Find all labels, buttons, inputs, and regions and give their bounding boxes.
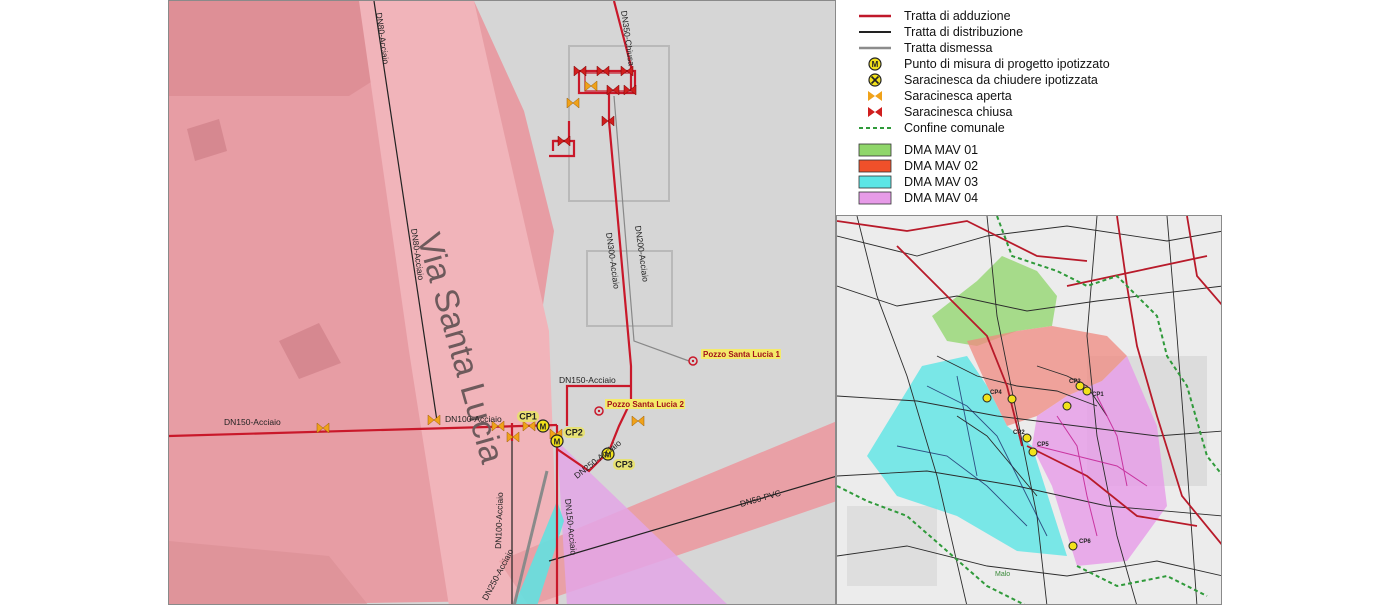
legend-label: DMA MAV 02 (904, 159, 979, 173)
measure-point-label-cp1: CP1 (519, 412, 537, 422)
legend-item: Saracinesca da chiudere ipotizzata (852, 72, 1098, 88)
legend-item: Tratta di distribuzione (852, 24, 1023, 40)
legend-label: DMA MAV 04 (904, 191, 979, 205)
legend-item: M Punto di misura di progetto ipotizzato (852, 56, 1110, 72)
valve-cross-icon (1062, 401, 1072, 411)
legend-label: Saracinesca chiusa (904, 105, 1013, 119)
legend-label: Punto di misura di progetto ipotizzato (904, 57, 1110, 71)
inset-town-label: Malo (995, 571, 1010, 578)
well-label-1: Pozzo Santa Lucia 1 (703, 350, 780, 359)
map-legend: Tratta di adduzione Tratta di distribuzi… (852, 4, 1222, 212)
valve-cross-icon (868, 73, 882, 87)
main-map[interactable]: M M M CP1 CP2 CP3 Pozzo Santa Lucia 1 Po… (168, 0, 836, 605)
svg-text:M: M (540, 423, 547, 432)
valve-cross-icon (1028, 447, 1038, 457)
legend-label: Tratta di adduzione (904, 9, 1011, 23)
svg-text:M: M (554, 438, 561, 447)
legend-item: Saracinesca aperta (852, 88, 1012, 104)
legend-item: DMA MAV 03 (852, 174, 978, 190)
inset-label-cp1: CP1 (1092, 392, 1104, 398)
legend-item: Confine comunale (852, 120, 1005, 136)
valve-cross-icon (1007, 394, 1017, 404)
legend-item: DMA MAV 01 (852, 142, 978, 158)
pipe-label: DN150-Acciaio (559, 375, 616, 385)
pipe-label: DN150-Acciaio (224, 417, 281, 427)
valve-closed-icon (868, 107, 882, 117)
inset-label-cp2: CP2 (1013, 430, 1025, 436)
inset-label-cp6: CP6 (1079, 539, 1091, 545)
svg-text:M: M (872, 60, 879, 69)
valve-cross-icon (1068, 541, 1078, 551)
inset-label-cp4: CP4 (990, 390, 1002, 396)
inset-map[interactable]: CP1 CP2 CP3 CP4 CP5 CP6 Malo (836, 215, 1222, 605)
measure-point-icon: M (868, 57, 882, 71)
well-label-2: Pozzo Santa Lucia 2 (607, 400, 684, 409)
measure-point-label-cp3: CP3 (615, 460, 633, 470)
legend-label: DMA MAV 03 (904, 175, 979, 189)
inset-label-cp3: CP3 (1069, 379, 1081, 385)
legend-item: Saracinesca chiusa (852, 104, 1012, 120)
legend-item: Tratta dismessa (852, 40, 992, 56)
field-area (847, 506, 937, 586)
valve-open-icon (868, 91, 882, 101)
legend-item: Tratta di adduzione (852, 8, 1011, 24)
valve-cross-icon (1082, 386, 1092, 396)
measure-point-label-cp2: CP2 (565, 428, 583, 438)
inset-label-cp5: CP5 (1037, 442, 1049, 448)
inset-map-canvas: CP1 CP2 CP3 CP4 CP5 CP6 Malo (837, 216, 1221, 604)
legend-label: Tratta di distribuzione (904, 25, 1024, 39)
legend-item: DMA MAV 02 (852, 158, 978, 174)
legend-label: Tratta dismessa (904, 41, 993, 55)
pipe-label: DN100-Acciaio (493, 492, 505, 549)
legend-label: Confine comunale (904, 121, 1005, 135)
pipe-label: DN100-Acciaio (445, 414, 502, 424)
legend-label: Saracinesca aperta (904, 89, 1012, 103)
legend-label: DMA MAV 01 (904, 143, 979, 157)
legend-item: DMA MAV 04 (852, 190, 978, 206)
legend-label: Saracinesca da chiudere ipotizzata (904, 73, 1098, 87)
main-map-canvas: M M M CP1 CP2 CP3 Pozzo Santa Lucia 1 Po… (169, 1, 835, 604)
